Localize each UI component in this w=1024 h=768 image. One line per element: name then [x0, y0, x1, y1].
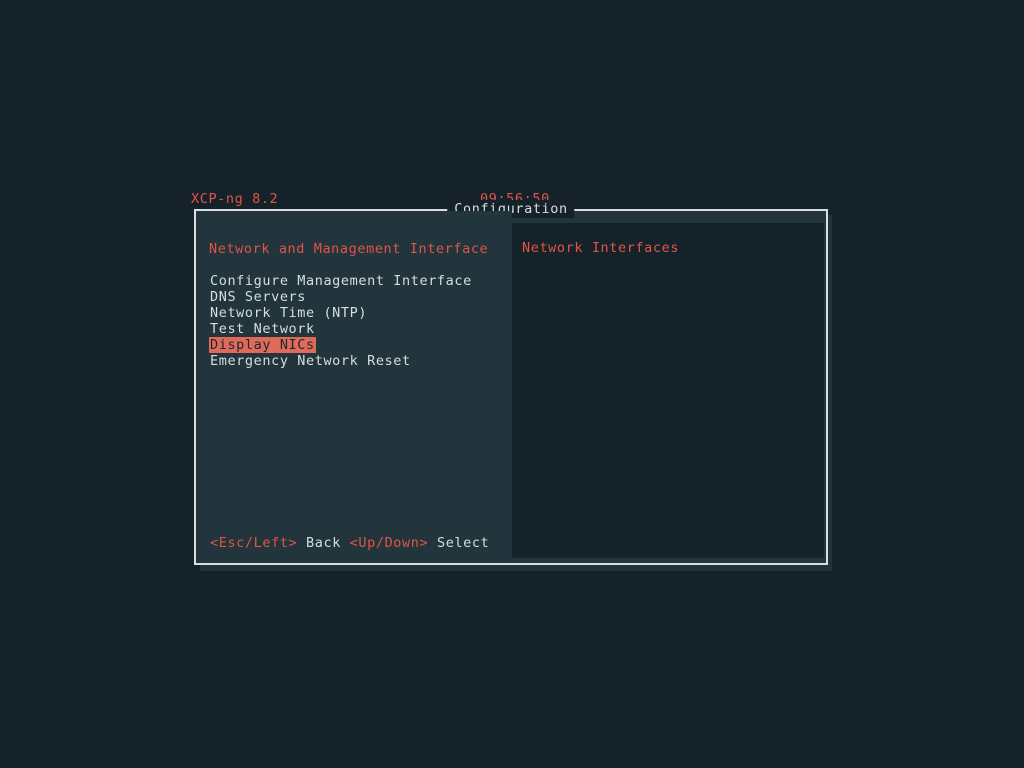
hint-spacer-2 — [428, 535, 437, 551]
menu-item-emergency-network-reset[interactable]: Emergency Network Reset — [209, 353, 412, 369]
console-screen: XCP-ng 8.2 09:56:50 Configuration Networ… — [0, 0, 1024, 768]
hint-spacer — [341, 535, 350, 551]
select-key-hint: <Up/Down> — [349, 535, 429, 551]
menu-item-network-time-ntp[interactable]: Network Time (NTP) — [209, 305, 368, 321]
key-hint-bar: <Esc/Left> Back <Up/Down> Select — [210, 535, 489, 551]
menu-item-dns-servers[interactable]: DNS Servers — [209, 289, 307, 305]
menu-item-test-network[interactable]: Test Network — [209, 321, 316, 337]
back-key-hint: <Esc/Left> — [210, 535, 298, 551]
product-version: XCP-ng 8.2 — [191, 191, 279, 207]
select-label: Select — [436, 535, 490, 551]
menu-item-configure-management-interface[interactable]: Configure Management Interface — [209, 273, 473, 289]
configuration-dialog: Configuration Network and Management Int… — [194, 200, 828, 565]
menu-pane: Network and Management Interface Configu… — [196, 211, 512, 563]
menu-item-display-nics[interactable]: Display NICs — [209, 337, 316, 353]
detail-pane-title: Network Interfaces — [522, 240, 680, 256]
dialog-panes: Network and Management Interface Configu… — [196, 211, 826, 563]
back-label: Back — [306, 535, 341, 551]
menu-list: Configure Management Interface DNS Serve… — [209, 273, 504, 369]
menu-heading: Network and Management Interface — [209, 241, 489, 257]
back-key-label — [297, 535, 306, 551]
detail-pane: Network Interfaces — [512, 223, 824, 558]
